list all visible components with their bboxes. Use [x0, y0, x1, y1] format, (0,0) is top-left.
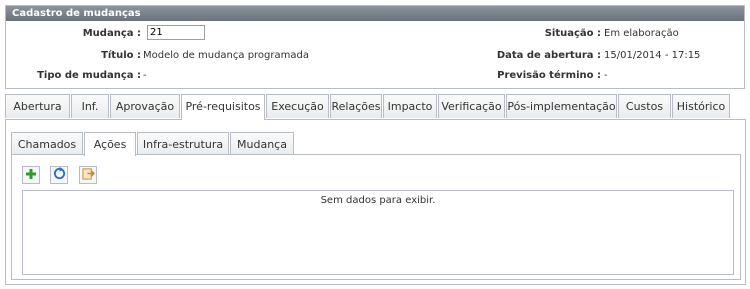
titulo-value: Modelo de mudança programada: [143, 50, 309, 61]
titulo-label: Título :: [101, 50, 141, 61]
tab-inf[interactable]: Inf.: [71, 94, 109, 118]
add-button[interactable]: [22, 166, 40, 184]
empty-message: Sem dados para exibir.: [320, 195, 436, 206]
acoes-subtab-panel: Sem dados para exibir.: [11, 154, 741, 280]
add-icon: [25, 168, 37, 183]
tipo-mudanca-value: -: [143, 70, 147, 81]
tab-pre-requisitos[interactable]: Pré-requisitos: [181, 94, 265, 120]
tab-custos[interactable]: Custos: [618, 94, 671, 118]
tab-verificacao[interactable]: Verificação: [438, 94, 505, 118]
tab-execucao[interactable]: Execução: [266, 94, 329, 118]
tab-pos-implementacao[interactable]: Pós-implementação: [506, 94, 617, 118]
panel-title: Cadastro de mudanças: [6, 6, 744, 21]
data-abertura-value: 15/01/2014 - 17:15: [604, 50, 701, 61]
situacao-value: Em elaboração: [604, 28, 679, 39]
tab-historico[interactable]: Histórico: [672, 94, 730, 118]
data-abertura-label: Data de abertura :: [496, 50, 601, 61]
subtab-acoes[interactable]: Ações: [84, 132, 136, 156]
tab-aprovacao[interactable]: Aprovação: [110, 94, 180, 118]
pre-requisitos-tab-panel: Chamados Ações Infra-estrutura Mudança S: [5, 119, 746, 285]
previsao-termino-label: Previsão término :: [497, 70, 601, 81]
acoes-grid: Sem dados para exibir.: [22, 190, 734, 275]
change-registration-panel: Cadastro de mudanças Mudança : Título : …: [5, 5, 745, 89]
tab-impacto[interactable]: Impacto: [383, 94, 437, 118]
export-button[interactable]: [79, 166, 97, 184]
refresh-icon: [53, 167, 66, 183]
mudanca-label: Mudança :: [82, 28, 141, 39]
tab-relacoes[interactable]: Relações: [330, 94, 382, 118]
export-icon: [81, 167, 95, 183]
refresh-button[interactable]: [50, 166, 68, 184]
previsao-termino-value: -: [604, 70, 608, 81]
subtab-chamados[interactable]: Chamados: [11, 132, 83, 155]
tipo-mudanca-label: Tipo de mudança :: [37, 70, 141, 81]
tab-abertura[interactable]: Abertura: [5, 94, 70, 118]
subtab-infra-estrutura[interactable]: Infra-estrutura: [137, 132, 229, 155]
subtab-mudanca[interactable]: Mudança: [230, 132, 294, 155]
situacao-label: Situação :: [544, 28, 601, 39]
mudanca-input[interactable]: [147, 25, 205, 40]
